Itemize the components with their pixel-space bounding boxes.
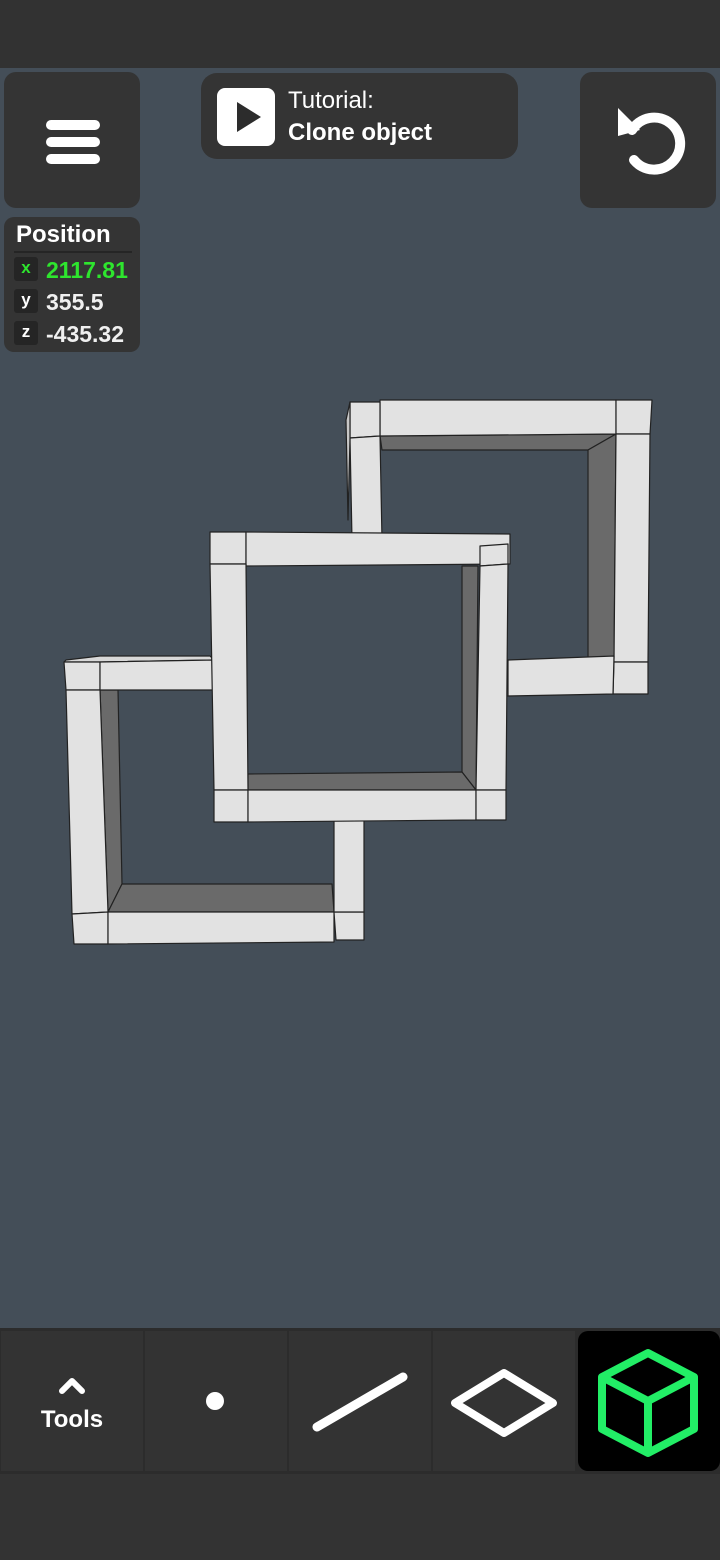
tutorial-heading: Tutorial: xyxy=(288,87,374,114)
tools-label: Tools xyxy=(40,1406,104,1433)
undo-button[interactable] xyxy=(580,72,716,208)
axis-z-label: z xyxy=(14,321,38,345)
chevron-up-icon xyxy=(59,1378,85,1394)
face-mode-button[interactable] xyxy=(433,1331,575,1471)
bottom-toolbar: Tools xyxy=(0,1328,720,1474)
undo-icon xyxy=(618,108,686,175)
axis-y-label: y xyxy=(14,289,38,313)
navigation-bar xyxy=(0,1474,720,1560)
vertex-mode-button[interactable] xyxy=(145,1331,287,1471)
vertex-icon xyxy=(206,1392,224,1410)
edge-icon xyxy=(312,1372,408,1432)
tutorial-banner[interactable]: Tutorial: Clone object xyxy=(201,73,518,159)
axis-x-value[interactable]: 2117.81 xyxy=(46,255,128,285)
play-icon xyxy=(217,88,275,146)
position-title: Position xyxy=(16,221,111,248)
object-mode-button[interactable] xyxy=(578,1331,720,1471)
position-y-row[interactable]: y 355.5 xyxy=(14,287,138,317)
axis-z-value[interactable]: -435.32 xyxy=(46,319,124,349)
hamburger-icon xyxy=(46,120,100,164)
tutorial-title: Clone object xyxy=(288,119,433,146)
frame-center[interactable] xyxy=(209,531,511,823)
menu-button[interactable] xyxy=(4,72,140,208)
face-icon xyxy=(451,1369,557,1437)
position-divider xyxy=(14,251,132,253)
cube-icon xyxy=(598,1349,698,1457)
tools-button[interactable]: Tools xyxy=(1,1331,143,1471)
position-z-row[interactable]: z -435.32 xyxy=(14,319,138,349)
axis-x-label: x xyxy=(14,257,38,281)
axis-y-value[interactable]: 355.5 xyxy=(46,287,104,317)
position-x-row[interactable]: x 2117.81 xyxy=(14,255,138,285)
tutorial-text: Tutorial: Clone object xyxy=(288,85,432,149)
edge-mode-button[interactable] xyxy=(289,1331,431,1471)
position-panel: Position x 2117.81 y 355.5 z -435.32 xyxy=(4,217,140,352)
